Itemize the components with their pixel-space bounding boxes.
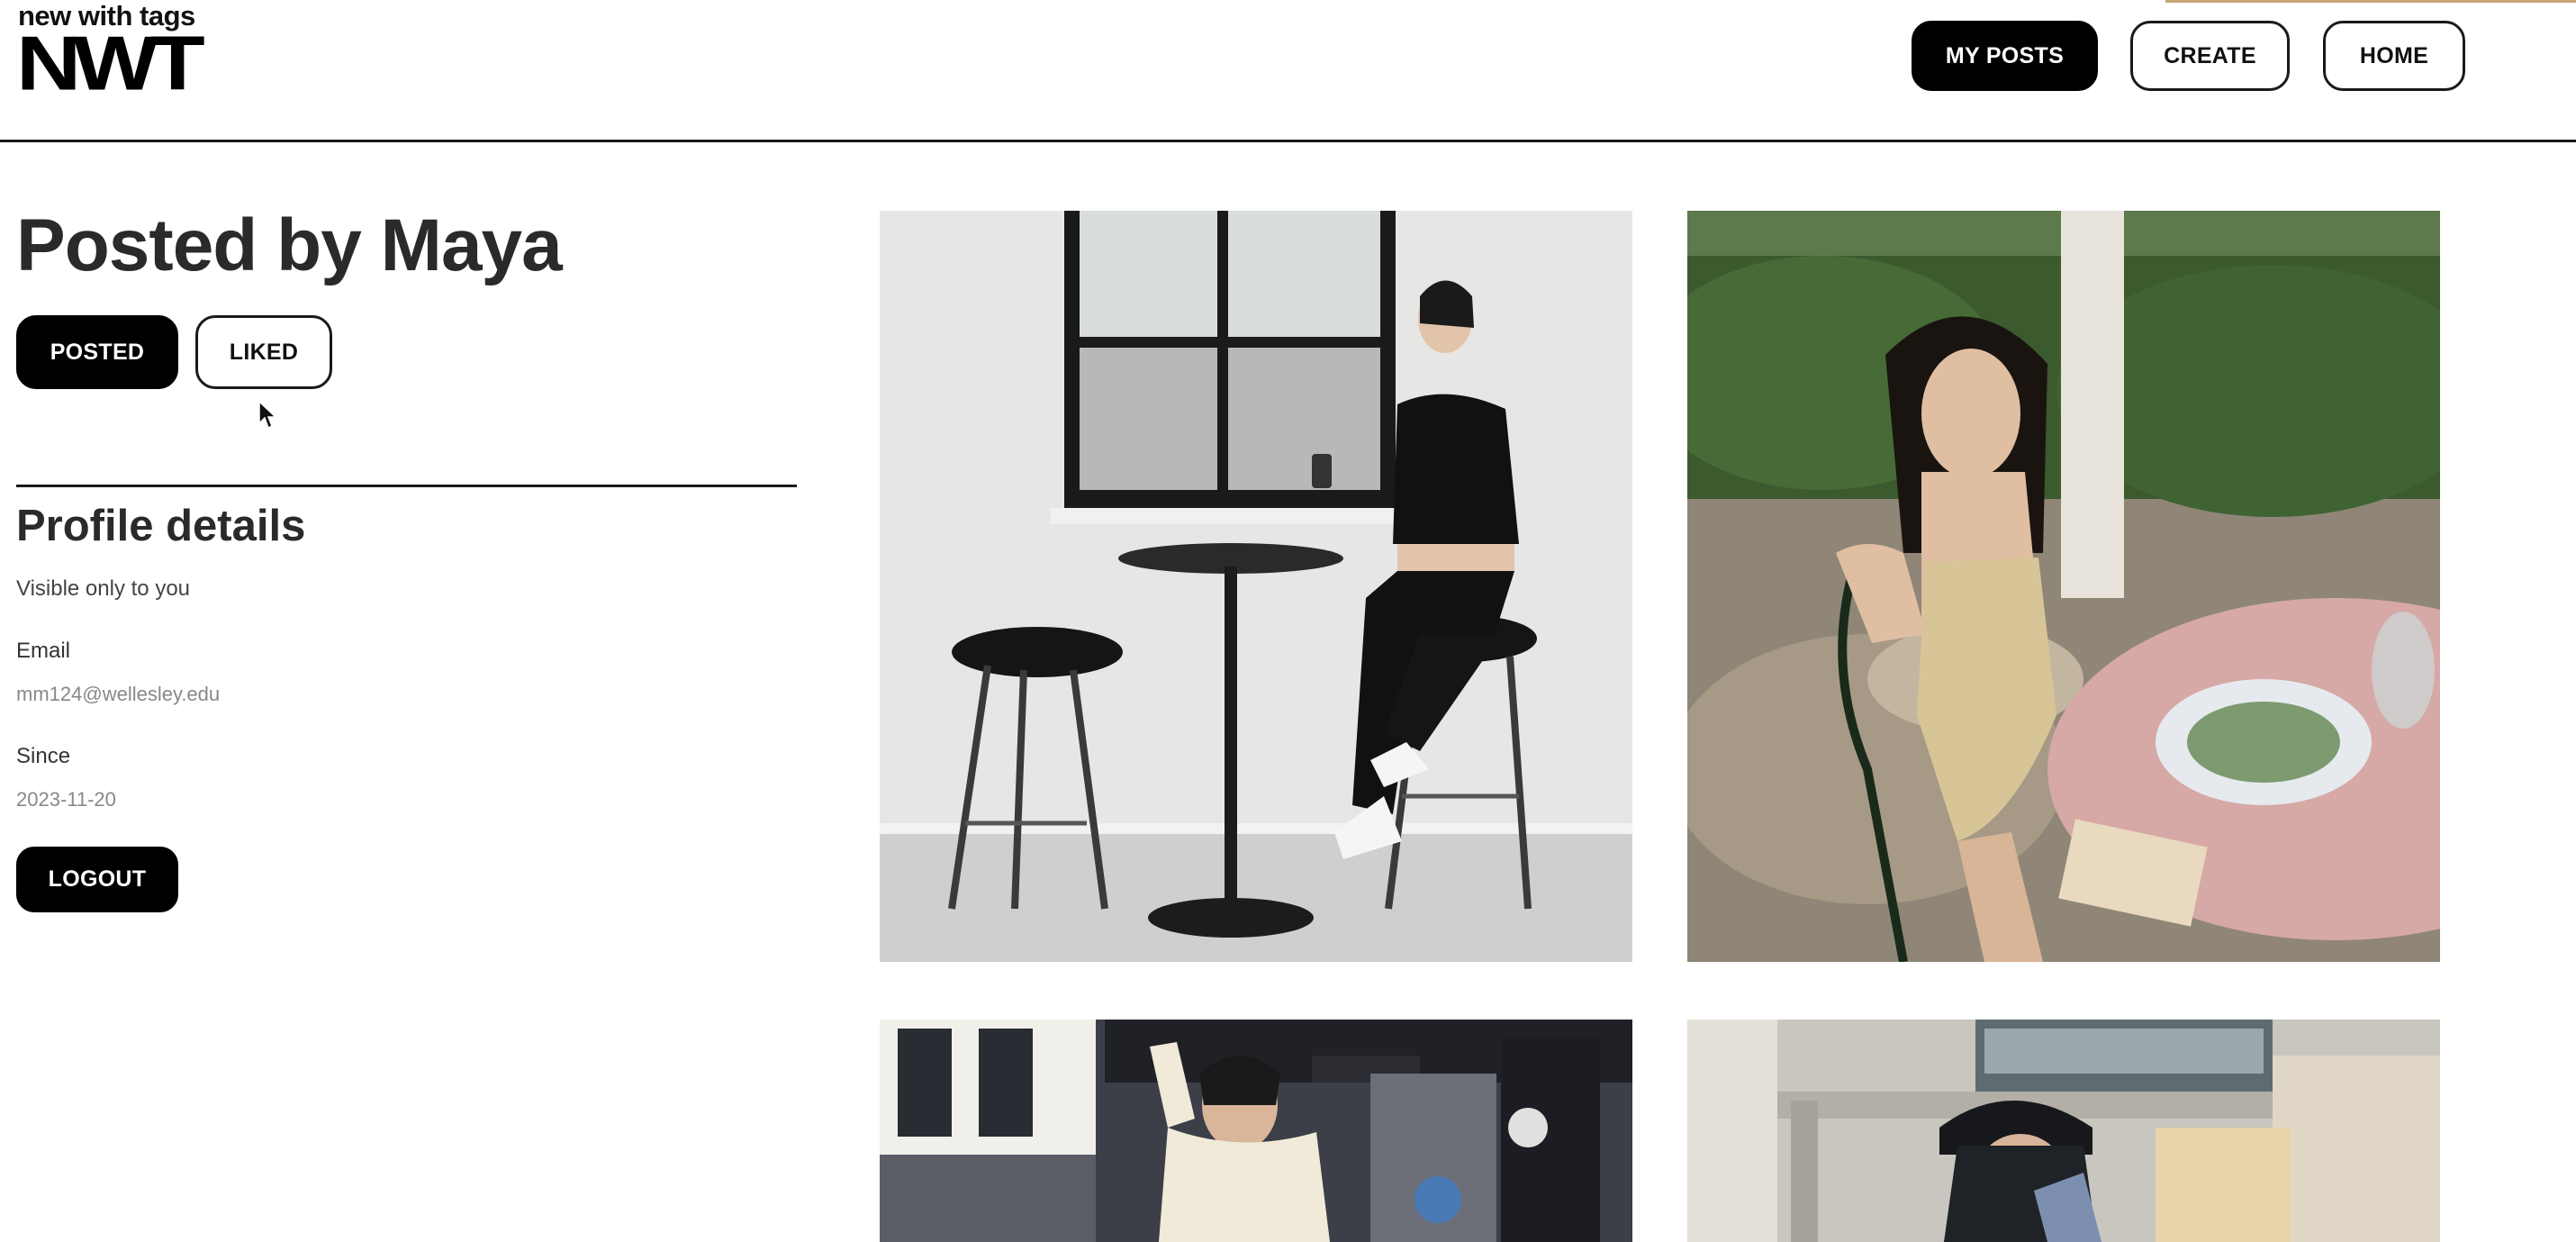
nav-my-posts-button[interactable]: MY POSTS: [1912, 21, 2098, 91]
post-photo-3[interactable]: [880, 1020, 1632, 1242]
logo-mark[interactable]: NWT: [16, 25, 205, 102]
email-value: mm124@wellesley.edu: [16, 683, 221, 705]
header-accent-strip: [2165, 0, 2576, 3]
nav-home-button[interactable]: HOME: [2323, 21, 2465, 91]
visibility-note: Visible only to you: [16, 576, 191, 601]
logout-button[interactable]: LOGOUT: [16, 847, 178, 912]
post-photo-1[interactable]: [880, 211, 1632, 962]
profile-divider: [16, 485, 797, 487]
profile-details-heading: Profile details: [16, 502, 306, 550]
page-title: Posted by Maya: [16, 204, 563, 286]
tab-posted[interactable]: POSTED: [16, 315, 178, 389]
mouse-cursor-icon: [258, 400, 277, 430]
tab-liked[interactable]: LIKED: [195, 315, 332, 389]
post-photo-4[interactable]: [1687, 1020, 2440, 1242]
since-label: Since: [16, 744, 71, 768]
since-value: 2023-11-20: [16, 788, 116, 811]
site-header: new with tags NWT MY POSTS CREATE HOME: [0, 0, 2576, 142]
nav-create-button[interactable]: CREATE: [2130, 21, 2290, 91]
email-label: Email: [16, 639, 71, 663]
post-photo-2[interactable]: [1687, 211, 2440, 962]
